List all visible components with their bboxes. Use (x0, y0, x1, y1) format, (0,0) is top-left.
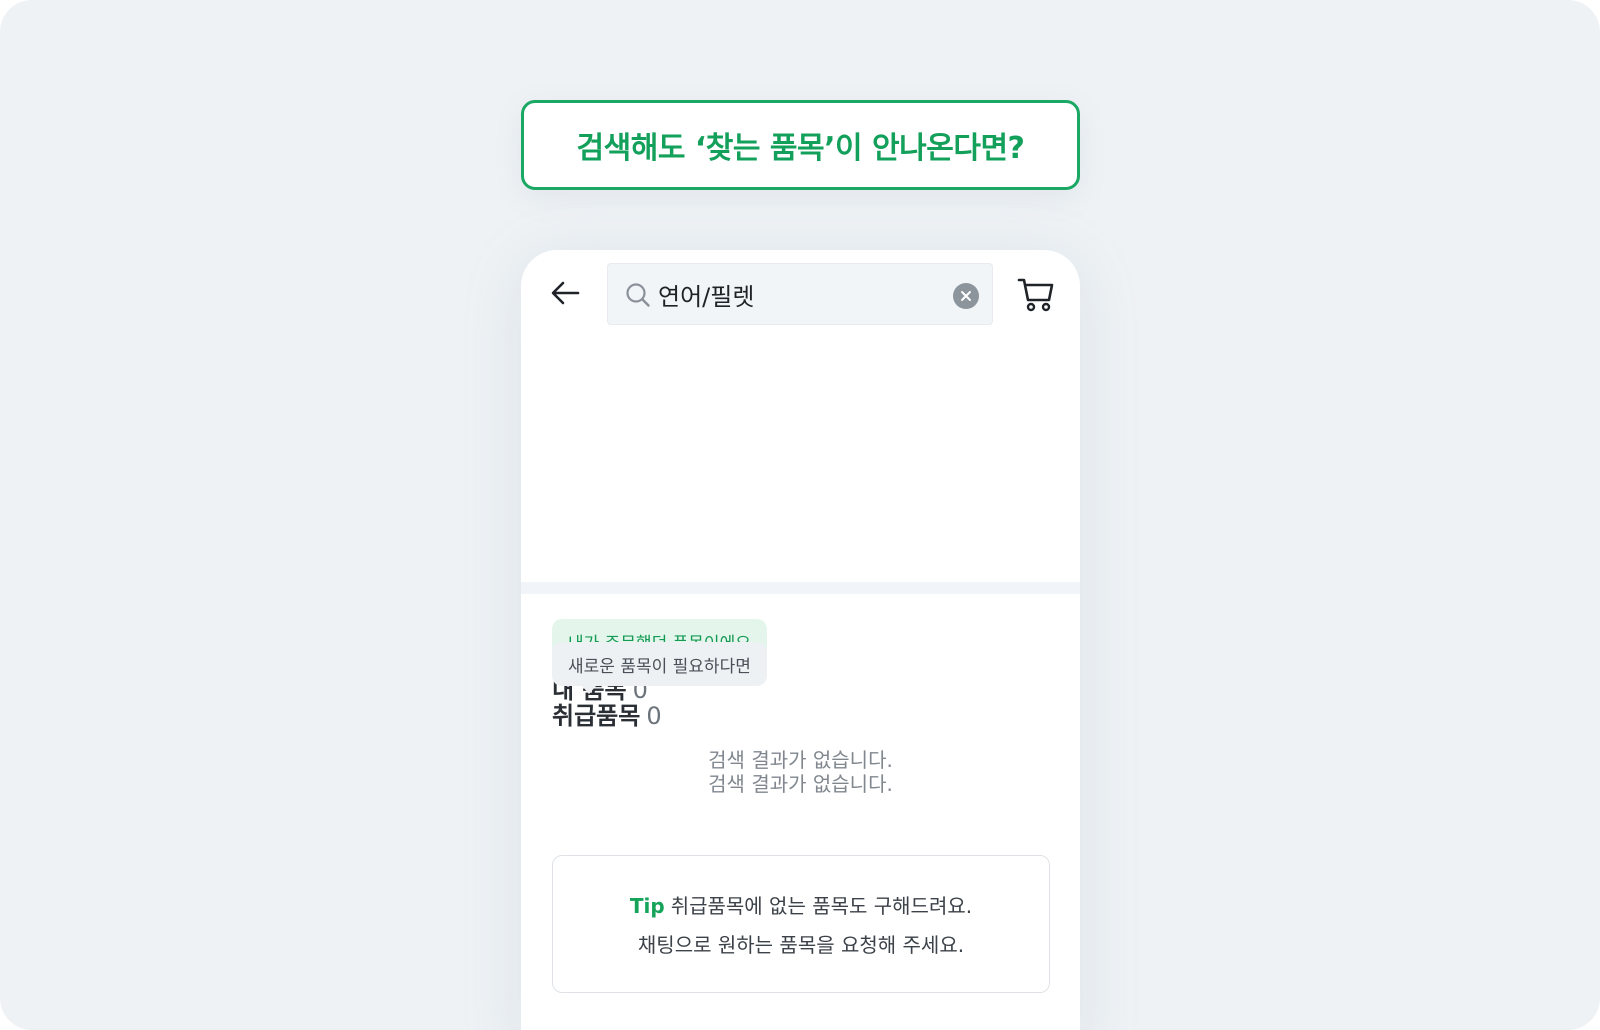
my-items-title: 내 품목 0 (552, 670, 648, 705)
search-bar[interactable] (607, 263, 993, 325)
cart-icon (1017, 278, 1054, 312)
search-input[interactable] (658, 274, 938, 314)
my-items-empty-message: 검색 결과가 없습니다. (708, 748, 893, 772)
clear-search-button[interactable] (953, 283, 979, 309)
my-items-section: 내가 주문했던 품목이에요 내 품목 0 검색 결과가 없습니다. (521, 340, 1080, 832)
my-items-title-label: 내 품목 (552, 676, 627, 704)
search-icon (626, 283, 650, 307)
back-button[interactable] (545, 273, 585, 313)
phone-screen: 내가 주문했던 품목이에요 내 품목0 검색 결과가 없습니다. (521, 250, 1080, 1030)
headline-text: 검색해도 ‘찾는 품목’이 안나온다면? (576, 131, 1025, 166)
clear-icon (961, 291, 971, 301)
my-items-tooltip: 내가 주문했던 품목이에요 (552, 619, 767, 671)
search-top-bar (521, 250, 1080, 340)
headline-banner: 검색해도 ‘찾는 품목’이 안나온다면? (521, 100, 1080, 190)
page-canvas: 검색해도 ‘찾는 품목’이 안나온다면? 연어/필렛 내가 주문했던 품목이에요… (0, 0, 1600, 1030)
arrow-left-icon (551, 281, 580, 305)
my-items-count: 0 (632, 676, 648, 704)
cart-button[interactable] (1015, 273, 1057, 315)
